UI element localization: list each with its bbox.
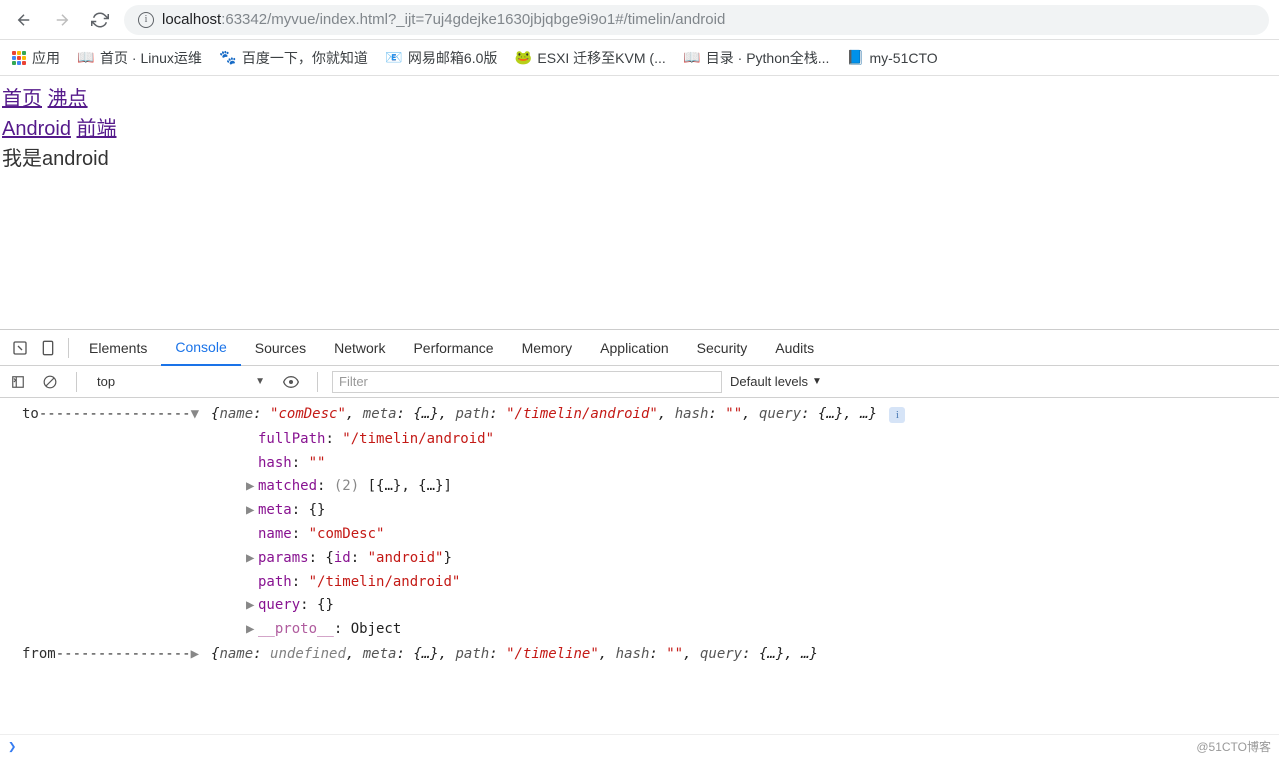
bookmark-51cto[interactable]: 📘my-51CTO [847,50,937,66]
log-levels-dropdown[interactable]: Default levels ▼ [730,374,822,389]
expand-toggle-icon[interactable]: ▶ [246,499,258,523]
address-bar[interactable]: i localhost:63342/myvue/index.html?_ijt=… [124,5,1269,35]
watermark: @51CTO博客 [1196,738,1271,755]
console-sidebar-toggle-icon[interactable] [6,370,30,394]
expand-toggle-icon[interactable]: ▶ [191,643,203,667]
bookmark-esxi[interactable]: 🐸ESXI 迁移至KVM (... [515,48,665,68]
book-icon: 📖 [78,50,94,66]
page-content: 首页 沸点 Android 前端 我是android [0,76,1279,182]
expand-toggle-icon[interactable]: ▶ [246,618,258,642]
tab-security[interactable]: Security [683,330,762,366]
apps-icon [12,51,26,65]
tab-application[interactable]: Application [586,330,683,366]
bookmark-python[interactable]: 📖目录 · Python全栈... [684,48,830,68]
reload-button[interactable] [86,6,114,34]
log-entry-from[interactable]: from---------------- ▶ {name: undefined,… [0,642,1279,668]
back-button[interactable] [10,6,38,34]
inspect-element-icon[interactable] [6,334,34,362]
apps-button[interactable]: 应用 [12,48,60,68]
bookmark-linux[interactable]: 📖首页 · Linux运维 [78,48,202,68]
bookmark-baidu[interactable]: 🐾百度一下，你就知道 [220,48,368,68]
console-output: to------------------ ▼ {name: "comDesc",… [0,398,1279,734]
devtools-panel: Elements Console Sources Network Perform… [0,329,1279,759]
url-text: localhost:63342/myvue/index.html?_ijt=7u… [162,11,725,28]
live-expression-icon[interactable] [279,370,303,394]
tab-elements[interactable]: Elements [75,330,161,366]
note-icon: 📘 [847,50,863,66]
apps-label: 应用 [32,48,60,68]
context-selector[interactable]: top ▼ [91,372,271,391]
tab-sources[interactable]: Sources [241,330,320,366]
paw-icon: 🐾 [220,50,236,66]
link-home[interactable]: 首页 [2,88,42,110]
site-info-icon[interactable]: i [138,12,154,28]
log-entry-to[interactable]: to------------------ ▼ {name: "comDesc",… [0,402,1279,428]
expand-toggle-icon[interactable]: ▶ [246,547,258,571]
log-entry-to-expanded: fullPath: "/timelin/android" hash: "" ▶m… [0,428,1279,642]
devtools-tabs: Elements Console Sources Network Perform… [0,330,1279,366]
console-prompt[interactable]: ❯ [0,734,1279,759]
info-badge-icon[interactable]: i [889,407,905,423]
tab-performance[interactable]: Performance [399,330,507,366]
tab-console[interactable]: Console [161,330,240,366]
link-frontend[interactable]: 前端 [77,118,117,140]
book-icon: 📖 [684,50,700,66]
bookmark-163mail[interactable]: 📧网易邮箱6.0版 [386,48,497,68]
link-android[interactable]: Android [2,118,71,140]
frog-icon: 🐸 [515,50,531,66]
tab-audits[interactable]: Audits [761,330,828,366]
page-text: 我是android [2,144,1277,174]
device-toggle-icon[interactable] [34,334,62,362]
chevron-down-icon: ▼ [255,376,265,387]
clear-console-icon[interactable] [38,370,62,394]
chevron-down-icon: ▼ [812,376,822,387]
tab-network[interactable]: Network [320,330,399,366]
mail-icon: 📧 [386,50,402,66]
expand-toggle-icon[interactable]: ▶ [246,475,258,499]
tab-memory[interactable]: Memory [508,330,587,366]
expand-toggle-icon[interactable]: ▶ [246,594,258,618]
console-toolbar: top ▼ Filter Default levels ▼ [0,366,1279,398]
link-boil[interactable]: 沸点 [48,88,88,110]
forward-button[interactable] [48,6,76,34]
expand-toggle-icon[interactable]: ▼ [191,403,203,427]
browser-toolbar: i localhost:63342/myvue/index.html?_ijt=… [0,0,1279,40]
filter-input[interactable]: Filter [332,371,722,393]
bookmarks-bar: 应用 📖首页 · Linux运维 🐾百度一下，你就知道 📧网易邮箱6.0版 🐸E… [0,40,1279,76]
